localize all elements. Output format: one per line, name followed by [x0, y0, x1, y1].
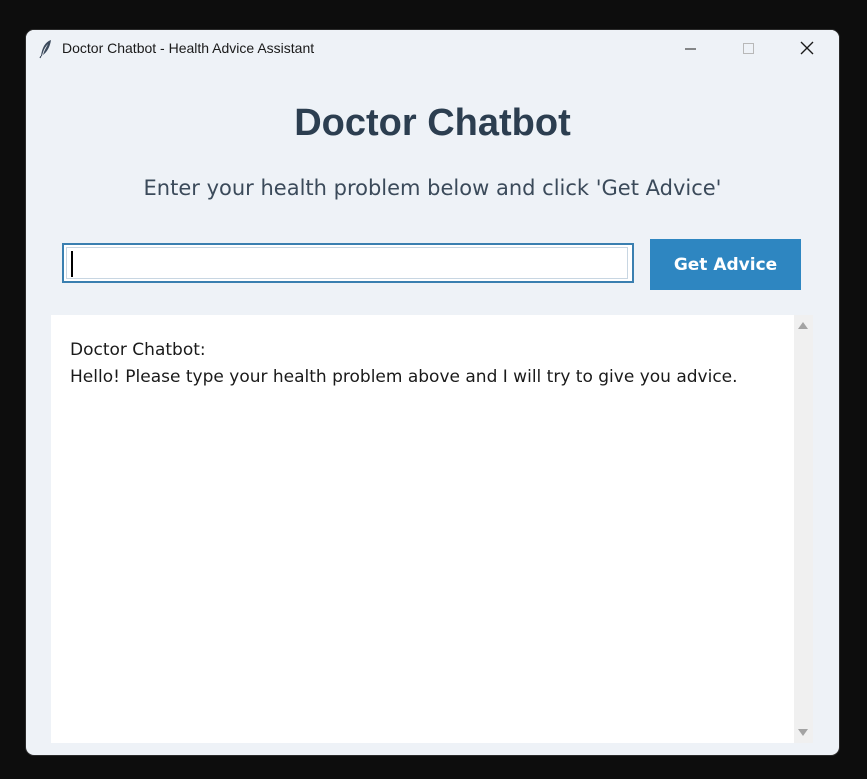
health-problem-input-frame[interactable] [62, 243, 634, 283]
app-window: Doctor Chatbot - Health Advice Assistant… [26, 30, 839, 755]
minimize-icon [685, 40, 697, 59]
chat-message: Hello! Please type your health problem a… [70, 367, 738, 387]
chat-scrollbar[interactable] [794, 315, 813, 743]
close-button[interactable] [778, 30, 836, 68]
get-advice-button[interactable]: Get Advice [650, 239, 801, 290]
title-bar[interactable]: Doctor Chatbot - Health Advice Assistant [26, 30, 839, 68]
chat-sender: Doctor Chatbot: [70, 340, 206, 360]
window-title: Doctor Chatbot - Health Advice Assistant [62, 40, 315, 56]
text-cursor [71, 251, 73, 277]
instructions-text: Enter your health problem below and clic… [143, 176, 722, 200]
close-icon [800, 40, 814, 59]
maximize-button[interactable] [720, 30, 778, 68]
scroll-down-arrow-icon[interactable] [798, 729, 808, 736]
health-problem-input[interactable] [66, 247, 628, 279]
page-title: Doctor Chatbot [294, 102, 571, 144]
minimize-button[interactable] [662, 30, 720, 68]
scroll-up-arrow-icon[interactable] [798, 322, 808, 329]
chat-history[interactable]: Doctor Chatbot: Hello! Please type your … [51, 315, 794, 743]
maximize-icon [743, 40, 755, 59]
feather-icon [38, 39, 54, 59]
